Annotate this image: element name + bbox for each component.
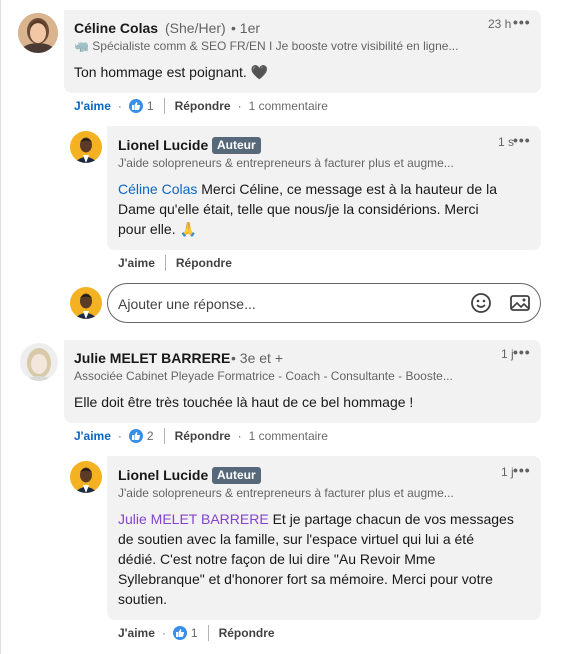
mention-link[interactable]: Julie MELET BARRERE [118, 511, 269, 527]
reply-button[interactable]: Répondre [175, 429, 231, 443]
separator-dot: · [237, 99, 242, 113]
reply-author[interactable]: Lionel Lucide [118, 137, 208, 153]
avatar-celine[interactable] [18, 13, 58, 53]
mention-link[interactable]: Céline Colas [118, 181, 197, 197]
like-reaction-icon[interactable] [128, 99, 143, 113]
reply-author[interactable]: Lionel Lucide [118, 467, 208, 483]
avatar-lionel[interactable] [70, 461, 102, 493]
like-button[interactable]: J'aime [118, 256, 155, 270]
reply-actions: J'aime Répondre [118, 255, 232, 271]
connection-degree: • 3e et + [231, 350, 283, 366]
separator-dot: · [117, 99, 122, 113]
comment-actions: J'aime · 2 Répondre · 1 commentaire [74, 428, 328, 444]
reply-actions: J'aime · 1 Répondre [118, 625, 275, 641]
reaction-count[interactable]: 1 [147, 99, 154, 113]
author-headline: J'aide solopreneurs & entrepreneurs à fa… [118, 156, 454, 170]
reaction-count[interactable]: 1 [191, 626, 198, 640]
separator [163, 98, 165, 114]
like-button[interactable]: J'aime [118, 626, 155, 640]
author-badge: Auteur [212, 467, 261, 484]
comment-text: Ton hommage est poignant. 🖤 [74, 64, 269, 80]
comment-author[interactable]: Céline Colas [74, 20, 158, 36]
more-icon[interactable]: ••• [513, 14, 531, 30]
separator-dot: · [161, 626, 166, 640]
author-headline: J'aide solopreneurs & entrepreneurs à fa… [118, 486, 454, 500]
reply-input-box[interactable] [107, 283, 541, 323]
like-button[interactable]: J'aime [74, 429, 111, 443]
reply-button[interactable]: Répondre [175, 99, 231, 113]
separator [164, 255, 166, 271]
author-headline: 🦏 Spécialiste comm & SEO FR/EN I Je boos… [74, 39, 459, 53]
like-button[interactable]: J'aime [74, 99, 111, 113]
reply-input[interactable] [118, 294, 448, 314]
comment-actions: J'aime · 1 Répondre · 1 commentaire [74, 98, 328, 114]
avatar-lionel[interactable] [70, 131, 102, 163]
author-pronouns: (She/Her) [165, 20, 226, 36]
reply-text: Céline Colas Merci Céline, ce message es… [118, 181, 497, 237]
frame-border [0, 0, 1, 654]
more-icon[interactable]: ••• [513, 344, 531, 360]
author-badge: Auteur [212, 137, 261, 154]
reply-text: Julie MELET BARRERE Et je partage chacun… [118, 511, 514, 607]
comment-time: 23 h [488, 17, 512, 31]
comment-author[interactable]: Julie MELET BARRERE [74, 350, 230, 366]
reaction-count[interactable]: 2 [147, 429, 154, 443]
comment-text: Elle doit être très touchée là haut de c… [74, 394, 414, 410]
like-reaction-icon[interactable] [128, 429, 143, 443]
author-headline: Associée Cabinet Pleyade Formatrice - Co… [74, 369, 453, 383]
replies-count-link[interactable]: 1 commentaire [249, 429, 328, 443]
image-icon[interactable] [509, 292, 531, 314]
separator [207, 625, 209, 641]
separator [163, 428, 165, 444]
comment-time: 1 j [501, 347, 514, 361]
separator-dot: · [117, 429, 122, 443]
emoji-icon[interactable] [470, 292, 492, 314]
replies-count-link[interactable]: 1 commentaire [249, 99, 328, 113]
avatar-current-user [70, 287, 102, 319]
separator-dot: · [237, 429, 242, 443]
like-reaction-icon[interactable] [172, 626, 187, 640]
reply-time: 1 s [498, 135, 515, 149]
reply-button[interactable]: Répondre [219, 626, 275, 640]
more-icon[interactable]: ••• [513, 462, 531, 478]
connection-degree: • 1er [231, 20, 261, 36]
more-icon[interactable]: ••• [513, 132, 531, 148]
reply-time: 1 j [501, 465, 514, 479]
reply-button[interactable]: Répondre [176, 256, 232, 270]
avatar-julie[interactable] [20, 343, 58, 381]
